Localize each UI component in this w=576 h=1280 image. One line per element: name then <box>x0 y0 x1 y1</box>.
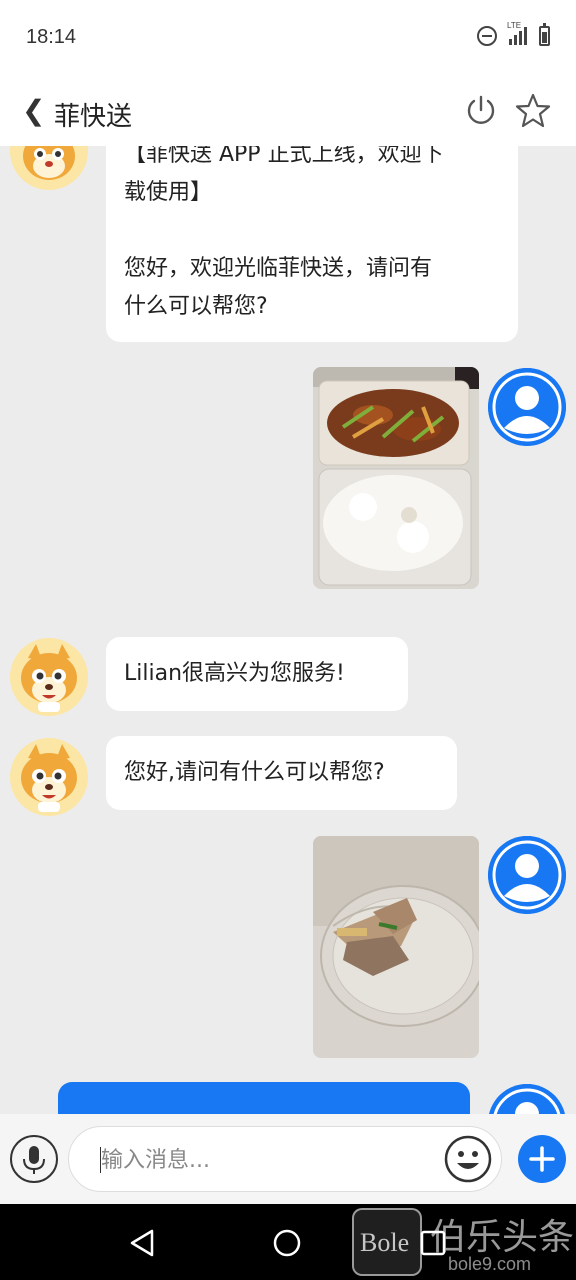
battery-icon <box>539 23 550 46</box>
status-icons: LTE <box>477 21 550 46</box>
message-text: 您好,请问有什么可以帮您? <box>124 760 385 785</box>
bot-message-bubble[interactable]: 【菲快送 APP 正式上线，欢迎下 载使用】 您好，欢迎光临菲快送，请问有 什么… <box>106 146 518 342</box>
bot-message-bubble[interactable]: Lilian很高兴为您服务! <box>106 637 408 711</box>
message-text: Lilian很高兴为您服务! <box>124 661 345 686</box>
status-time: 18:14 <box>26 26 77 48</box>
message-text-line: 载使用】 <box>124 180 213 205</box>
message-text-line: 什么可以帮您? <box>124 294 268 319</box>
status-bar: 18:14 LTE <box>0 0 576 78</box>
system-navigation-bar: Bole 伯乐头条 bole9.com <box>0 1204 576 1280</box>
bot-avatar[interactable] <box>10 638 88 716</box>
do-not-disturb-icon <box>477 26 497 46</box>
watermark-url: bole9.com <box>448 1254 532 1274</box>
chevron-left-icon[interactable]: ❮ <box>22 94 45 127</box>
food-photo <box>313 367 479 589</box>
food-photo <box>313 836 479 1058</box>
microphone-icon[interactable] <box>10 1135 58 1183</box>
user-photo-message[interactable] <box>313 367 479 589</box>
watermark-logo: Bole <box>352 1208 422 1276</box>
user-avatar[interactable] <box>488 836 566 914</box>
message-text-line: 【菲快送 APP 正式上线，欢迎下 <box>124 146 444 167</box>
message-input-container[interactable] <box>68 1126 502 1192</box>
back-triangle-icon[interactable] <box>128 1228 158 1258</box>
chat-header: ❮ 菲快送 <box>0 78 576 146</box>
message-input[interactable] <box>101 1141 441 1179</box>
watermark: Bole 伯乐头条 bole9.com <box>350 1204 576 1280</box>
watermark-brand: 伯乐头条 <box>430 1217 575 1258</box>
user-avatar[interactable] <box>488 1084 566 1114</box>
message-text-line: 您好，欢迎光临菲快送，请问有 <box>124 256 433 281</box>
bot-avatar[interactable] <box>10 738 88 816</box>
message-input-bar <box>0 1114 576 1204</box>
power-icon[interactable] <box>464 94 498 128</box>
bot-message-bubble[interactable]: 您好,请问有什么可以帮您? <box>106 736 457 810</box>
user-avatar[interactable] <box>488 368 566 446</box>
network-type: LTE <box>507 21 522 30</box>
home-circle-icon[interactable] <box>272 1228 302 1258</box>
star-icon[interactable] <box>514 92 552 130</box>
signal-icon: LTE <box>507 21 527 45</box>
user-photo-message[interactable] <box>313 836 479 1058</box>
plus-icon[interactable] <box>518 1135 566 1183</box>
page-title: 菲快送 <box>54 102 133 132</box>
watermark-logo-text: Bole <box>360 1228 410 1257</box>
user-message-bubble[interactable] <box>58 1082 470 1114</box>
bot-avatar[interactable] <box>10 146 88 190</box>
chat-area[interactable]: 【菲快送 APP 正式上线，欢迎下 载使用】 您好，欢迎光临菲快送，请问有 什么… <box>0 146 576 1114</box>
emoji-icon[interactable] <box>444 1135 492 1183</box>
